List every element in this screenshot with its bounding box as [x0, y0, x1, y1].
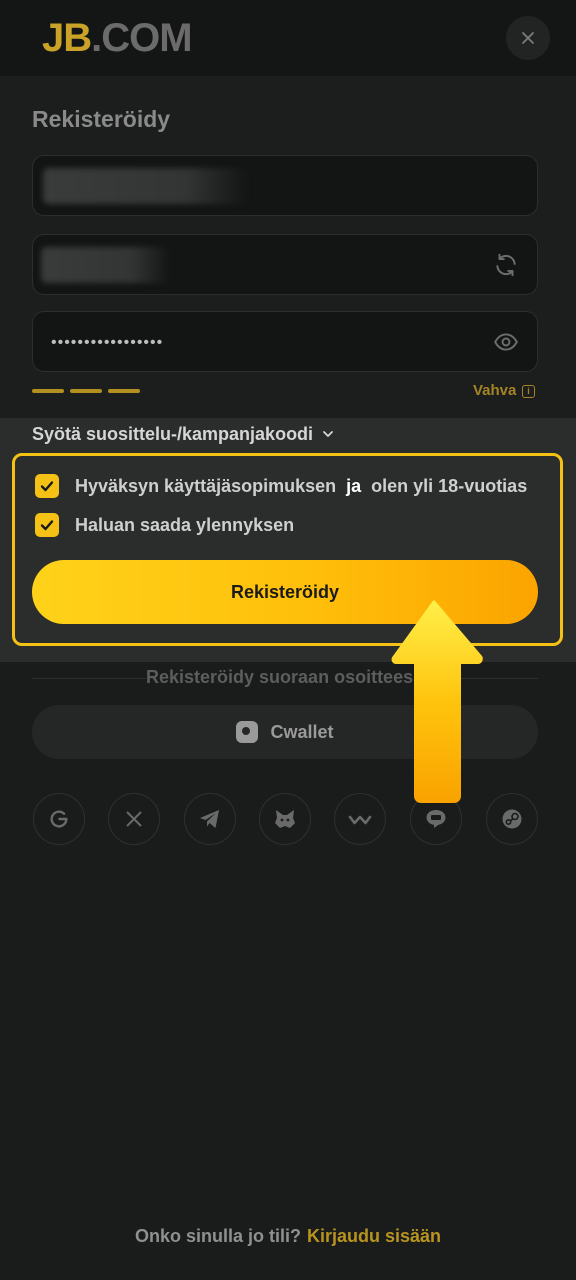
- google-login-button[interactable]: [33, 793, 85, 845]
- divider-text: Rekisteröidy suoraan osoitteess: [146, 667, 430, 688]
- strength-label: Vahva: [473, 382, 517, 399]
- close-button[interactable]: [506, 16, 550, 60]
- info-icon[interactable]: i: [522, 385, 535, 398]
- logo-primary: JB: [42, 16, 92, 60]
- line-icon: [426, 810, 446, 828]
- refresh-icon[interactable]: [493, 252, 519, 278]
- telegram-icon: [200, 810, 219, 828]
- close-icon: [522, 32, 534, 44]
- strength-bar-2: [70, 389, 102, 393]
- login-link[interactable]: Kirjaudu sisään: [307, 1226, 441, 1246]
- redacted-value: [41, 247, 171, 283]
- page-title: Rekisteröidy: [32, 106, 171, 132]
- steam-login-button[interactable]: [486, 793, 538, 845]
- logo-secondary: .COM: [91, 16, 192, 60]
- strength-bar-3: [108, 389, 140, 393]
- footer: Onko sinulla jo tili? Kirjaudu sisään: [0, 1226, 576, 1247]
- promo-code-toggle[interactable]: Syötä suosittelu-/kampanjakoodi: [32, 424, 313, 445]
- walletconnect-icon: [348, 815, 372, 825]
- walletconnect-login-button[interactable]: [334, 793, 386, 845]
- footer-question: Onko sinulla jo tili?: [134, 1226, 301, 1246]
- email-field[interactable]: [32, 155, 538, 216]
- header: JB.COM: [0, 0, 576, 76]
- google-icon: [50, 810, 68, 828]
- x-icon: [126, 811, 142, 827]
- strength-bar-1: [32, 389, 64, 393]
- eye-icon[interactable]: [493, 329, 519, 355]
- telegram-login-button[interactable]: [184, 793, 236, 845]
- chevron-down-icon[interactable]: [322, 428, 334, 440]
- metamask-icon: [275, 810, 295, 828]
- jb-logo[interactable]: JB.COM: [42, 16, 193, 61]
- username-field[interactable]: [32, 234, 538, 295]
- metamask-login-button[interactable]: [259, 793, 311, 845]
- password-value: •••••••••••••••••: [51, 334, 164, 351]
- x-login-button[interactable]: [108, 793, 160, 845]
- steam-icon: [502, 809, 522, 829]
- redacted-value: [43, 168, 249, 204]
- arrow-up-icon: [391, 600, 483, 803]
- password-field[interactable]: •••••••••••••••••: [32, 311, 538, 372]
- cwallet-icon: [236, 721, 259, 743]
- cwallet-label: Cwallet: [270, 721, 334, 742]
